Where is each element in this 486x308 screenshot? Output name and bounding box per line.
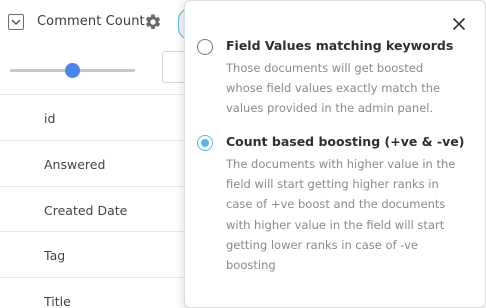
field-title: Comment Count — [37, 14, 145, 29]
option-title: Field Values matching keywords — [226, 38, 454, 53]
option-description: Those documents will get boosted whose f… — [226, 58, 476, 119]
list-item-label: Created Date — [44, 203, 128, 218]
option-description-line: Those documents will get boosted — [226, 61, 424, 75]
option-description-line: getting lower ranks in case of -ve — [226, 237, 418, 252]
option-description: The documents with higher value in the f… — [226, 154, 476, 275]
list-item-label: Title — [44, 294, 71, 308]
radio-field-values[interactable] — [197, 39, 213, 55]
weight-slider-thumb[interactable] — [65, 63, 80, 78]
list-item-label: id — [44, 111, 56, 126]
option-description-line: boosting — [226, 258, 276, 273]
close-button[interactable] — [451, 16, 467, 32]
boost-type-popover: Field Values matching keywords Those doc… — [184, 0, 486, 308]
option-description-line: with higher value in the field will star… — [226, 217, 445, 232]
radio-count-boosting[interactable] — [197, 135, 213, 151]
option-description-line: case of +ve boost and the documents — [226, 197, 446, 212]
list-item-label: Answered — [44, 157, 106, 172]
gear-icon[interactable] — [144, 13, 162, 36]
option-description-line: whose field values exactly match the — [226, 81, 441, 96]
list-item-label: Tag — [44, 248, 66, 263]
collapse-toggle[interactable] — [8, 14, 24, 30]
option-description-line: The documents with higher value in the — [226, 157, 456, 171]
option-description-line: values provided in the admin panel. — [226, 101, 434, 116]
option-description-line: field will start getting higher ranks in — [226, 177, 439, 192]
close-icon — [451, 18, 467, 36]
option-title: Count based boosting (+ve & -ve) — [226, 134, 465, 149]
